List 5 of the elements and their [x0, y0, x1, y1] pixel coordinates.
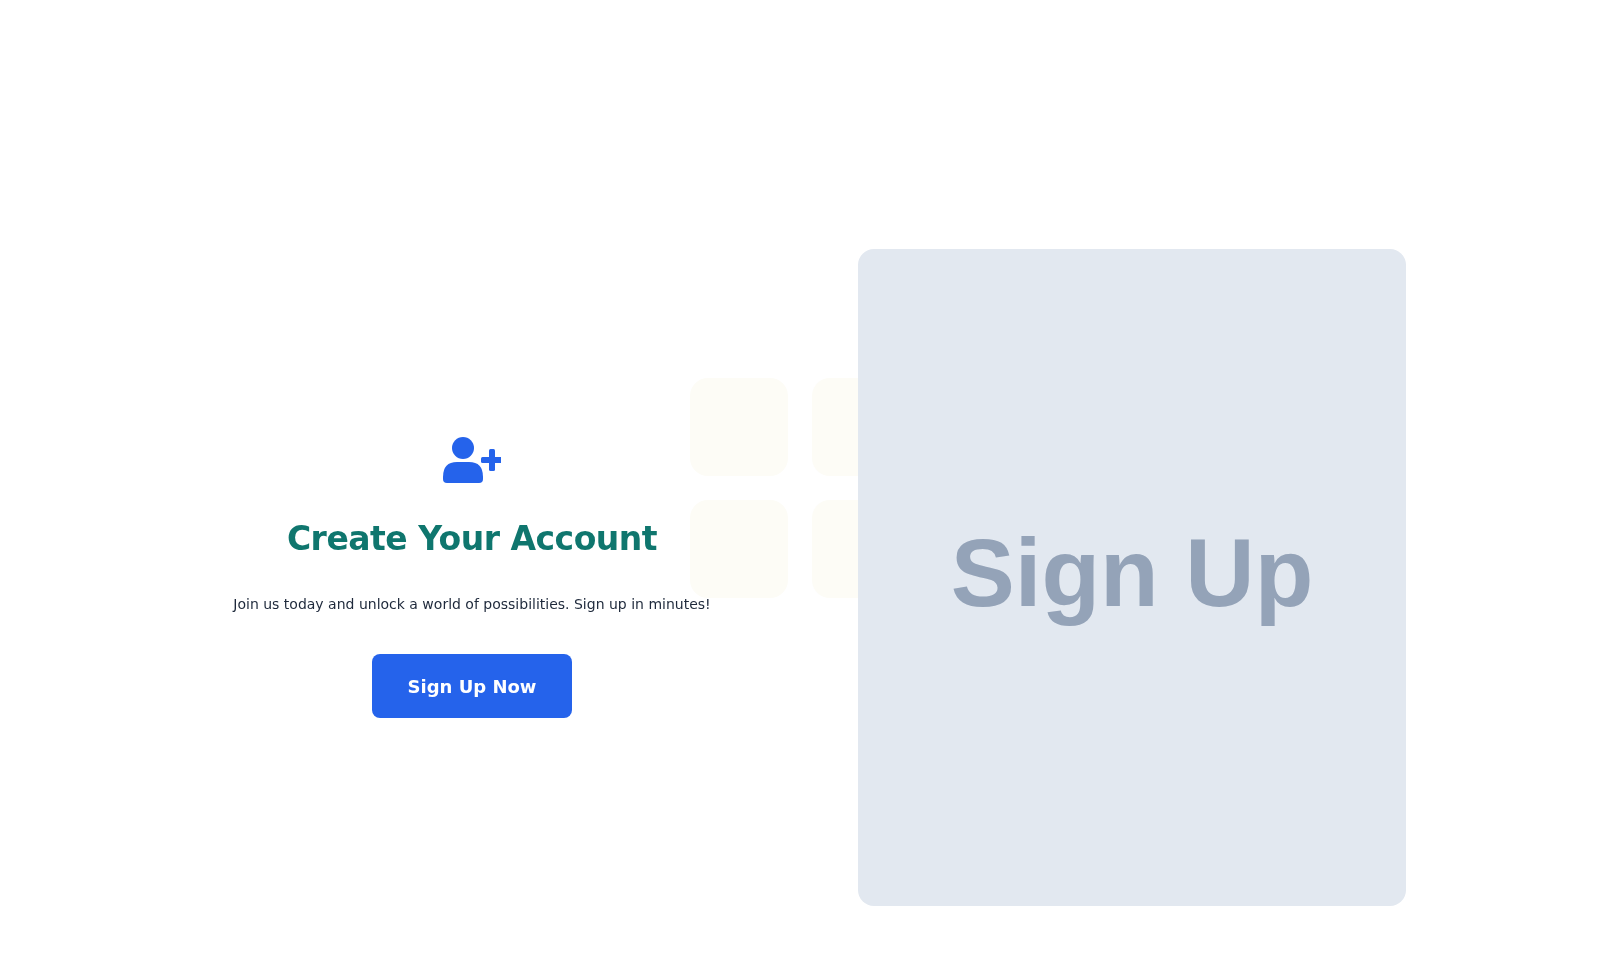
page-title: Create Your Account — [286, 519, 658, 558]
add-user-icon — [443, 437, 501, 483]
subtitle: Join us today and unlock a world of possibilities. Sign up in minutes! — [233, 596, 711, 612]
placeholder-text: Sign Up — [950, 517, 1314, 628]
sign-up-button[interactable]: Sign Up Now — [372, 654, 572, 718]
